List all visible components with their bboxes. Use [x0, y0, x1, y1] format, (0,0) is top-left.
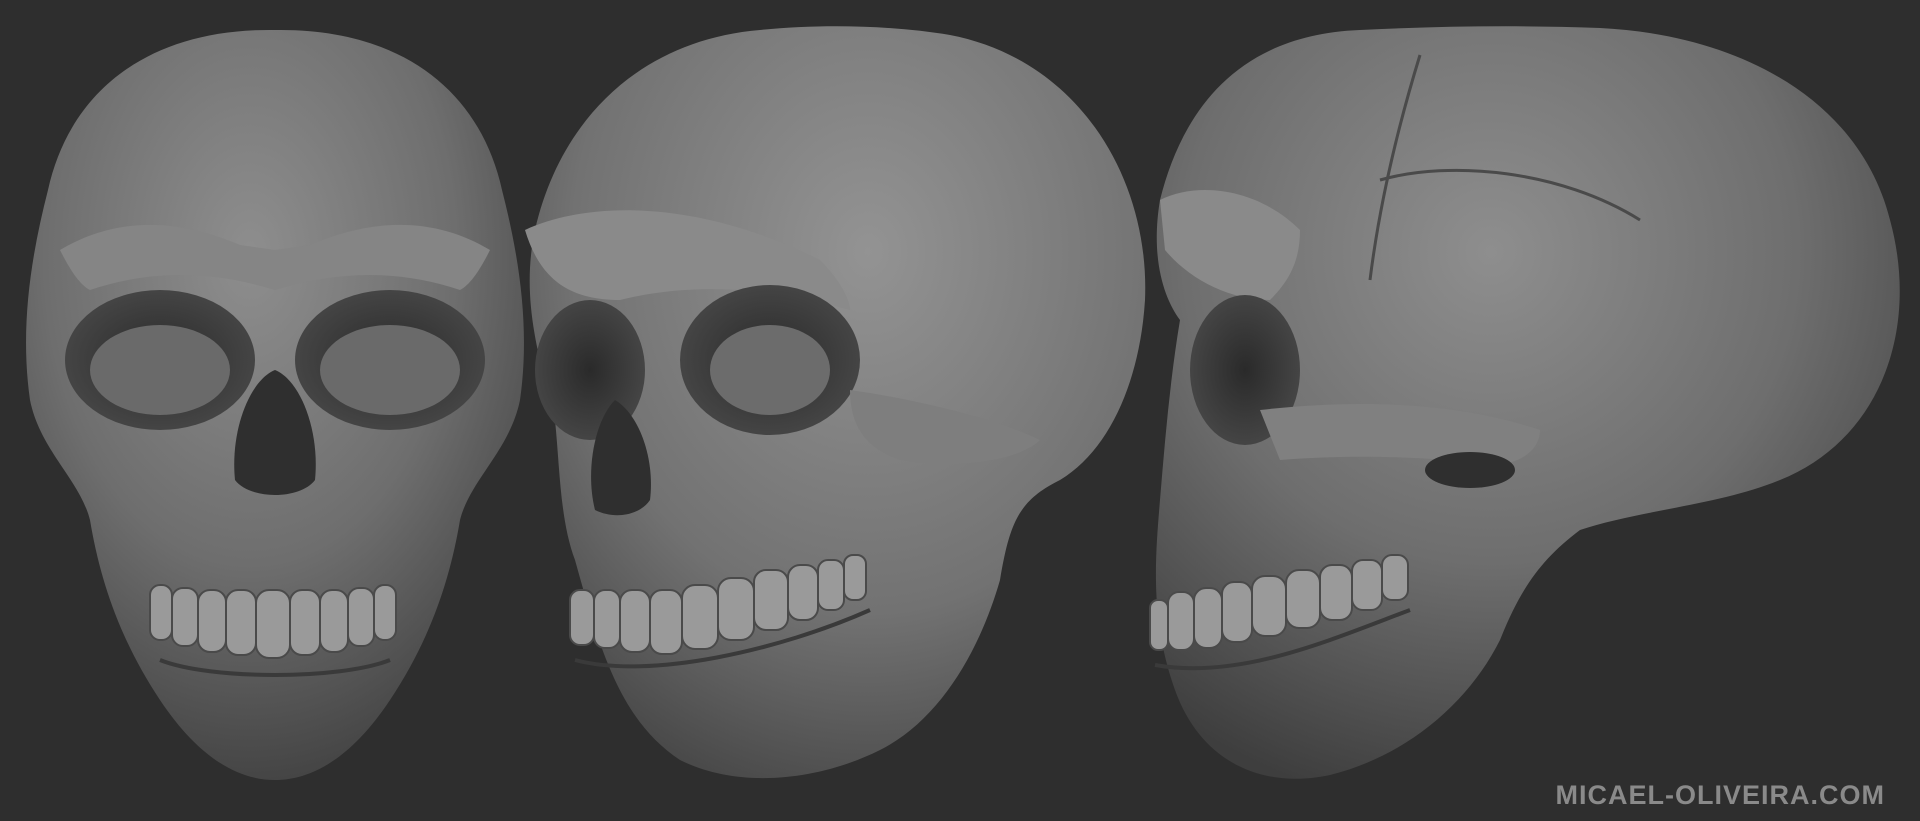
skull-side-view	[1149, 26, 1900, 779]
skull-three-quarter-view	[525, 26, 1146, 779]
watermark-text: MICAEL-OLIVEIRA.COM	[1555, 780, 1885, 810]
skull-renders	[26, 26, 1900, 781]
render-canvas: MICAEL-OLIVEIRA.COM	[0, 0, 1920, 821]
skull-front-view	[26, 29, 524, 781]
